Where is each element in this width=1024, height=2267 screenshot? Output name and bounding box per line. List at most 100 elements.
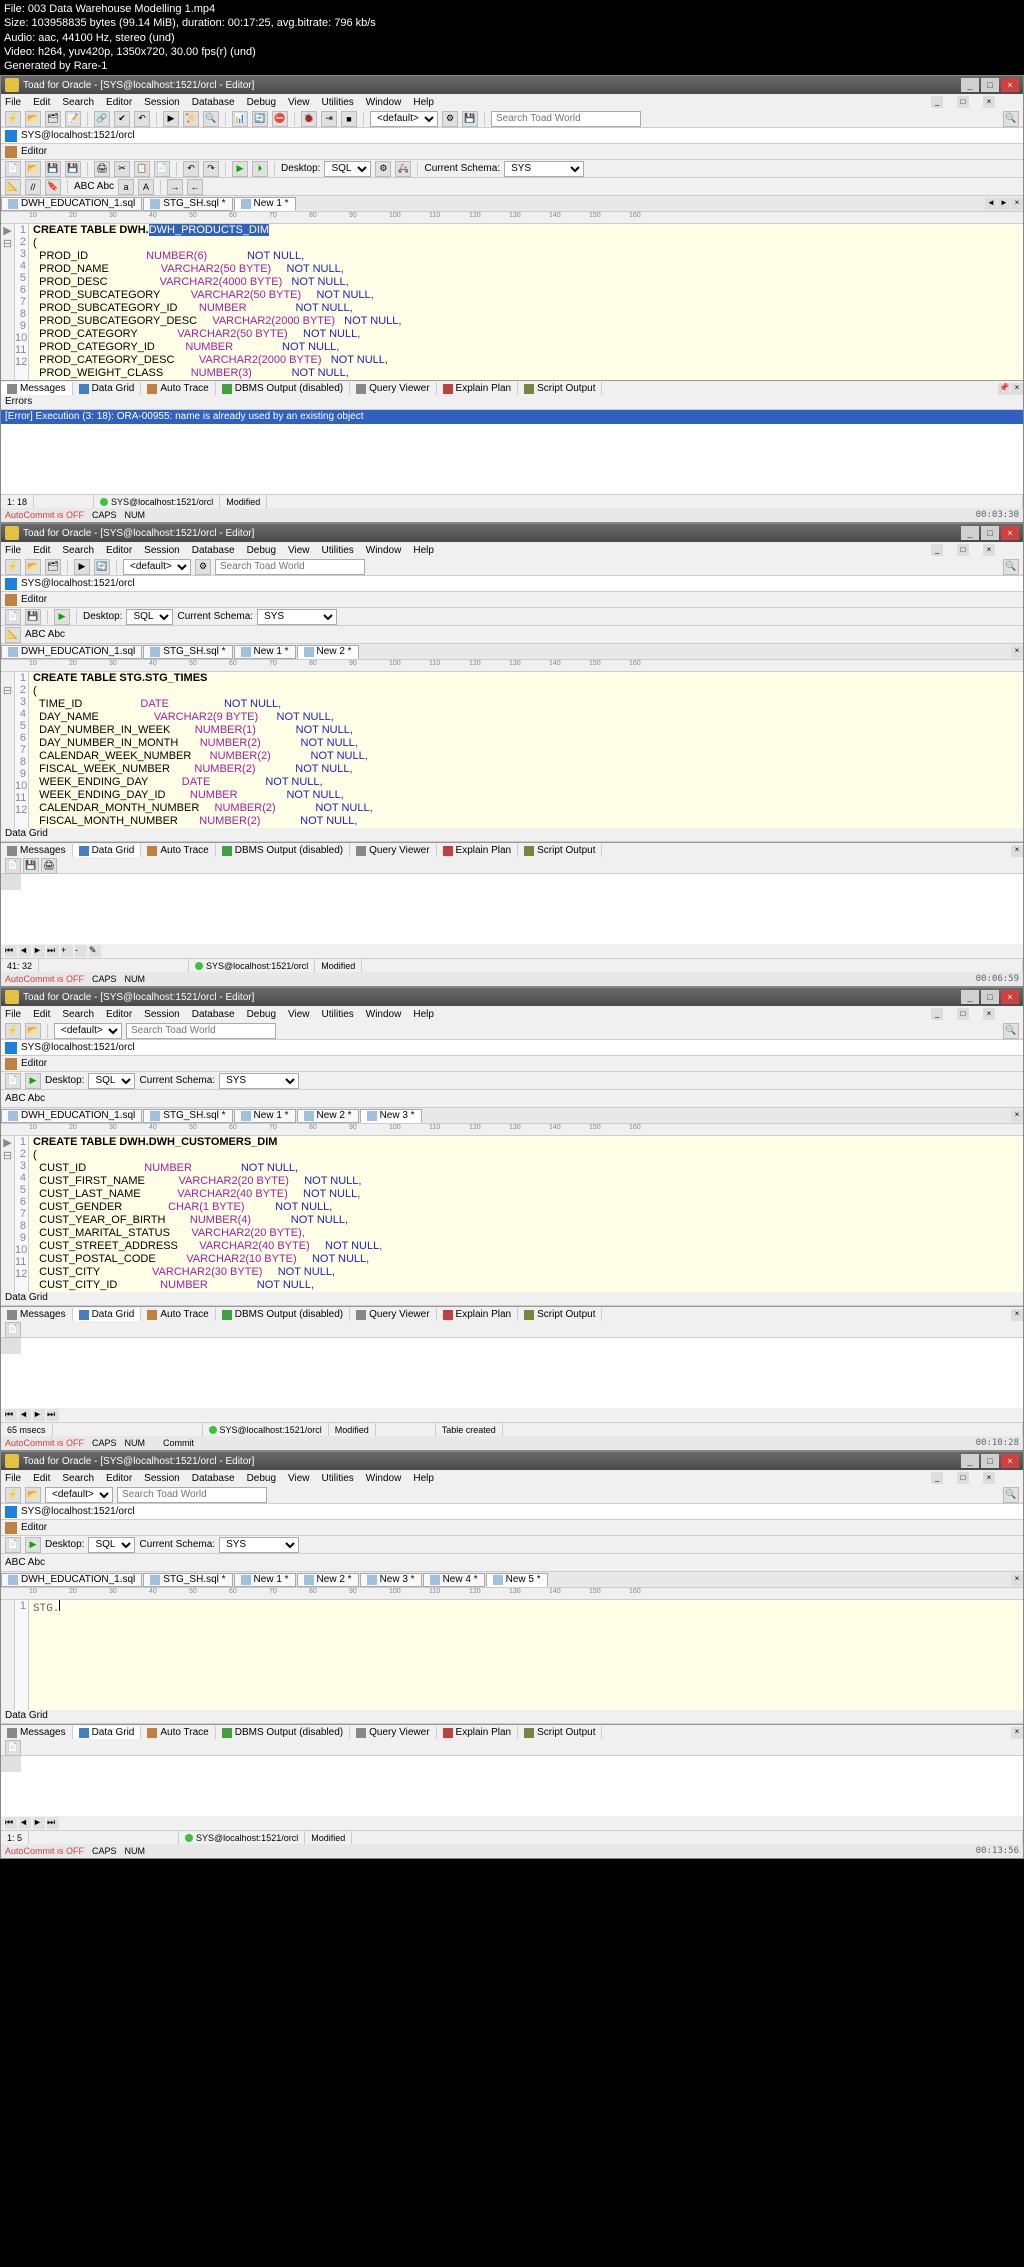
menu-help[interactable]: Help (413, 97, 434, 108)
et-icon[interactable]: 💾 (25, 609, 41, 625)
grid-body[interactable] (21, 1756, 1023, 1816)
tab-dwh-education[interactable]: DWH_EDUCATION_1.sql (1, 645, 142, 659)
tb-commit-icon[interactable]: ✔ (114, 111, 130, 127)
menu-help[interactable]: Help (413, 1009, 434, 1020)
mdi-restore[interactable]: □ (957, 544, 969, 556)
tab-query[interactable]: Query Viewer (350, 1308, 436, 1321)
tb-execute-icon[interactable]: ▶ (163, 111, 179, 127)
connection-bar[interactable]: SYS@localhost:1521/orcl (1, 128, 1023, 144)
tab-script[interactable]: Script Output (518, 844, 602, 857)
et-open-icon[interactable]: 📂 (25, 161, 41, 177)
mdi-restore[interactable]: □ (957, 96, 969, 108)
et-icon[interactable]: 📐 (5, 627, 21, 643)
schema-dropdown[interactable]: SYS (504, 161, 584, 177)
tab-stg-sh[interactable]: STG_SH.sql * (143, 645, 232, 659)
schema-dropdown[interactable]: SYS (257, 609, 337, 625)
menu-editor[interactable]: Editor (106, 1473, 132, 1484)
gt-icon[interactable]: 📄 (5, 1740, 21, 1756)
connection-bar[interactable]: SYS@localhost:1521/orcl (1, 1040, 1023, 1056)
et-paste-icon[interactable]: 📄 (154, 161, 170, 177)
tab-new2[interactable]: New 2 * (297, 1109, 359, 1123)
et-ambulance-icon[interactable]: 🚑 (395, 161, 411, 177)
tab-messages[interactable]: Messages (1, 844, 73, 857)
menu-search[interactable]: Search (62, 1009, 94, 1020)
tb-icon[interactable]: ⚡ (5, 1487, 21, 1503)
tab-query[interactable]: Query Viewer (350, 844, 436, 857)
tb-stop-icon[interactable]: ■ (341, 111, 357, 127)
gt-icon[interactable]: 🖨 (41, 858, 57, 874)
tb-gear-icon[interactable]: ⚙ (442, 111, 458, 127)
grid-body[interactable] (21, 874, 1023, 944)
tab-new1[interactable]: New 1 * (234, 645, 296, 659)
et-cut-icon[interactable]: ✂ (114, 161, 130, 177)
gt-icon[interactable]: 📄 (5, 858, 21, 874)
tabs-close[interactable]: × (1011, 1574, 1023, 1586)
maximize-button[interactable]: □ (981, 78, 999, 92)
et2-indent-icon[interactable]: → (167, 179, 183, 195)
error-message[interactable]: [Error] Execution (3: 18): ORA-00955: na… (1, 410, 1023, 424)
nav-edit[interactable]: ✎ (89, 945, 101, 957)
grid-body[interactable] (21, 1338, 1023, 1408)
default-dropdown[interactable]: <default> (45, 1487, 113, 1503)
menu-edit[interactable]: Edit (33, 1473, 50, 1484)
fold-gutter[interactable]: ▶⊟ (1, 224, 15, 380)
tab-explain[interactable]: Explain Plan (437, 1308, 519, 1321)
mdi-close[interactable]: × (983, 1472, 995, 1484)
menu-editor[interactable]: Editor (106, 97, 132, 108)
menu-session[interactable]: Session (144, 1473, 180, 1484)
tb-icon[interactable]: ⚡ (5, 1023, 21, 1039)
tb-icon[interactable]: ▶ (74, 559, 90, 575)
nav-first[interactable]: ⏮ (5, 1409, 17, 1421)
tab-explain[interactable]: Explain Plan (437, 382, 519, 395)
menu-view[interactable]: View (288, 1009, 310, 1020)
minimize-button[interactable]: _ (961, 1454, 979, 1468)
tab-autotrace[interactable]: Auto Trace (141, 844, 215, 857)
close-button[interactable]: × (1001, 78, 1019, 92)
et2-comment-icon[interactable]: // (25, 179, 41, 195)
tb-rollback-icon[interactable]: ↶ (134, 111, 150, 127)
tb-debug-icon[interactable]: 🐞 (301, 111, 317, 127)
tab-dwh-education[interactable]: DWH_EDUCATION_1.sql (1, 197, 142, 211)
et-icon[interactable]: 📄 (5, 1073, 21, 1089)
et-undo-icon[interactable]: ↶ (183, 161, 199, 177)
tab-dbms[interactable]: DBMS Output (disabled) (216, 844, 350, 857)
menu-debug[interactable]: Debug (247, 545, 276, 556)
maximize-button[interactable]: □ (981, 1454, 999, 1468)
mdi-restore[interactable]: □ (957, 1008, 969, 1020)
gt-icon[interactable]: 📄 (5, 1322, 21, 1338)
code-editor[interactable]: ⊟ 123456789101112 CREATE TABLE STG.STG_T… (1, 672, 1023, 828)
schema-dropdown[interactable]: SYS (219, 1537, 299, 1553)
tab-new1[interactable]: New 1 * (234, 197, 296, 211)
menu-session[interactable]: Session (144, 97, 180, 108)
fold-gutter[interactable]: ▶⊟ (1, 1136, 15, 1292)
search-input[interactable] (491, 111, 641, 127)
tab-query[interactable]: Query Viewer (350, 1726, 436, 1739)
tab-query[interactable]: Query Viewer (350, 382, 436, 395)
nav-next[interactable]: ► (33, 1817, 45, 1829)
menu-debug[interactable]: Debug (247, 97, 276, 108)
menu-database[interactable]: Database (192, 1009, 235, 1020)
tb-refresh-icon[interactable]: 🔄 (252, 111, 268, 127)
mdi-close[interactable]: × (983, 1008, 995, 1020)
tab-script[interactable]: Script Output (518, 1726, 602, 1739)
search-icon[interactable]: 🔍 (1003, 111, 1019, 127)
tab-datagrid[interactable]: Data Grid (73, 844, 142, 857)
et-print-icon[interactable]: 🖨 (94, 161, 110, 177)
title-bar[interactable]: Toad for Oracle - [SYS@localhost:1521/or… (1, 1452, 1023, 1470)
menu-utilities[interactable]: Utilities (322, 1473, 354, 1484)
tb-explain-icon[interactable]: 🔍 (203, 111, 219, 127)
tb-schema-icon[interactable]: 🗂 (45, 111, 61, 127)
tb-trace-icon[interactable]: 📊 (232, 111, 248, 127)
menu-help[interactable]: Help (413, 1473, 434, 1484)
minimize-button[interactable]: _ (961, 990, 979, 1004)
menu-edit[interactable]: Edit (33, 545, 50, 556)
nav-del[interactable]: - (75, 945, 87, 957)
menu-file[interactable]: File (5, 1009, 21, 1020)
nav-next[interactable]: ► (33, 1409, 45, 1421)
et2-format-icon[interactable]: 📐 (5, 179, 21, 195)
output-close[interactable]: × (1011, 1309, 1023, 1321)
tb-editor-icon[interactable]: 📝 (65, 111, 81, 127)
schema-dropdown[interactable]: SYS (219, 1073, 299, 1089)
title-bar[interactable]: Toad for Oracle - [SYS@localhost:1521/or… (1, 524, 1023, 542)
tab-stg-sh[interactable]: STG_SH.sql * (143, 197, 232, 211)
